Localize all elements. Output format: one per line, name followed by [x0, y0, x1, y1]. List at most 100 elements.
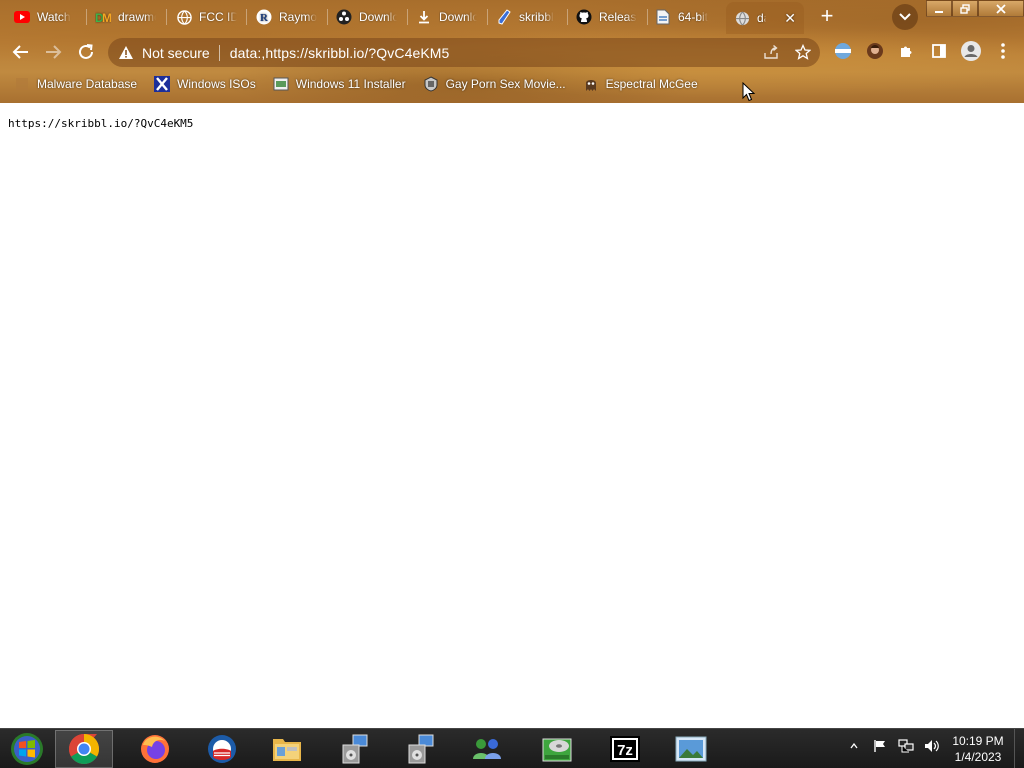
- taskbar-explorer[interactable]: [258, 730, 316, 768]
- tab-data-active[interactable]: dat ✕: [726, 2, 804, 34]
- show-hidden-icons-button[interactable]: [845, 737, 863, 755]
- mouse-cursor-icon: [742, 82, 756, 102]
- bookmark-label: Malware Database: [37, 77, 138, 91]
- tab-label: 64-bit: [678, 10, 709, 24]
- extension-avatar-icon[interactable]: [864, 40, 886, 62]
- firefox-icon: [141, 735, 169, 763]
- tab-drawmore[interactable]: DM drawmo: [95, 6, 156, 28]
- setup-icon: [342, 734, 368, 764]
- new-tab-button[interactable]: +: [815, 5, 839, 28]
- tab-raymond[interactable]: R Raymon: [256, 6, 317, 28]
- folder-icon: [273, 739, 301, 761]
- obs-icon: [336, 9, 352, 25]
- extensions-puzzle-button[interactable]: [896, 40, 918, 62]
- speaker-icon: [925, 740, 939, 752]
- start-orb-icon: [11, 733, 43, 765]
- show-desktop-button[interactable]: [1014, 729, 1024, 768]
- start-button[interactable]: [8, 731, 46, 767]
- bookmark-star-button[interactable]: [794, 43, 812, 61]
- profile-button[interactable]: [960, 40, 982, 62]
- tab-fcc-id[interactable]: FCC ID: [176, 6, 237, 28]
- chevron-up-icon: [850, 743, 858, 749]
- puzzle-icon: [901, 46, 912, 57]
- tab-separator: [487, 9, 488, 25]
- tab-github-release[interactable]: Release: [576, 6, 637, 28]
- bookmark-label: Windows ISOs: [177, 77, 256, 91]
- bookmark-windows-isos[interactable]: Windows ISOs: [154, 76, 256, 92]
- close-window-button[interactable]: [978, 0, 1024, 17]
- tab-label: FCC ID: [199, 10, 237, 24]
- youtube-icon: [14, 9, 30, 25]
- page-content: https://skribbl.io/?QvC4eKM5: [0, 103, 1024, 728]
- tab-skribbl[interactable]: skribbl: [496, 6, 554, 28]
- tab-separator: [647, 9, 648, 25]
- tab-label: dat: [757, 11, 766, 25]
- tab-download[interactable]: Downloa: [416, 6, 477, 28]
- globe-icon: [734, 10, 750, 26]
- taskbar-obama[interactable]: [193, 730, 251, 768]
- setup-icon: [408, 734, 434, 764]
- bookmark-label: Gay Porn Sex Movie...: [445, 77, 566, 91]
- tab-search-button[interactable]: [892, 4, 918, 30]
- browser-toolbar: Not secure data:,https://skribbl.io/?QvC…: [0, 35, 1024, 69]
- minimize-button[interactable]: [926, 0, 952, 17]
- forward-button[interactable]: [41, 40, 65, 64]
- tab-separator: [166, 9, 167, 25]
- bookmarks-bar: Malware Database Windows ISOs Windows 11…: [0, 72, 1024, 96]
- taskbar-photos[interactable]: [662, 730, 720, 768]
- chevron-down-icon: [899, 13, 911, 21]
- minimize-icon: [935, 10, 943, 13]
- tab-separator: [327, 9, 328, 25]
- obama-logo-icon: [208, 735, 236, 763]
- share-button[interactable]: [762, 43, 780, 61]
- download-icon: [416, 9, 432, 25]
- taskbar-7zip[interactable]: 7z: [596, 730, 654, 768]
- taskbar-disk[interactable]: [528, 730, 586, 768]
- page-body-text: https://skribbl.io/?QvC4eKM5: [8, 117, 194, 130]
- volume-button[interactable]: [923, 737, 941, 755]
- tab-strip: Watch DM drawmo FCC ID R Raymon: [0, 0, 1024, 34]
- clock-date: 1/4/2023: [954, 750, 1002, 764]
- taskbar-network[interactable]: [458, 730, 516, 768]
- taskbar-setup-1[interactable]: [326, 730, 384, 768]
- network-icon: [898, 739, 914, 753]
- r-logo-icon: R: [256, 9, 272, 25]
- action-center-button[interactable]: [871, 737, 889, 755]
- extension-flag-icon[interactable]: [832, 40, 854, 62]
- bookmark-label: Windows 11 Installer: [295, 77, 406, 91]
- tab-youtube[interactable]: Watch: [14, 6, 71, 28]
- reload-icon: [79, 44, 93, 59]
- taskbar-firefox[interactable]: [126, 730, 184, 768]
- side-panel-icon: [932, 44, 946, 58]
- side-panel-button[interactable]: [928, 40, 950, 62]
- back-button[interactable]: [9, 40, 33, 64]
- close-icon: [996, 3, 1006, 14]
- tab-close-button[interactable]: ✕: [784, 10, 796, 27]
- system-tray: [845, 737, 941, 755]
- arrow-right-icon: [46, 45, 62, 59]
- chrome-menu-button[interactable]: [992, 40, 1014, 62]
- tab-download-obs[interactable]: Downloa: [336, 6, 397, 28]
- more-vertical-icon: [1001, 43, 1005, 59]
- bookmark-site[interactable]: Gay Porn Sex Movie...: [423, 76, 566, 92]
- address-bar[interactable]: Not secure data:,https://skribbl.io/?QvC…: [108, 38, 820, 67]
- tab-label: skribbl: [519, 10, 554, 24]
- bookmark-windows-11-installer[interactable]: Windows 11 Installer: [273, 76, 406, 92]
- warning-icon[interactable]: [118, 45, 134, 61]
- tab-64-bit[interactable]: 64-bit: [655, 6, 708, 28]
- reload-button[interactable]: [74, 40, 98, 64]
- restore-button[interactable]: [952, 0, 978, 17]
- taskbar-setup-2[interactable]: [392, 730, 450, 768]
- network-tray-button[interactable]: [897, 737, 915, 755]
- bookmark-malware-database[interactable]: Malware Database: [14, 76, 137, 92]
- taskbar-chrome[interactable]: [55, 730, 113, 768]
- browser-frame: Watch DM drawmo FCC ID R Raymon: [0, 0, 1024, 103]
- tab-label: Release: [599, 10, 637, 24]
- x-icon: [154, 76, 171, 92]
- tab-separator: [407, 9, 408, 25]
- security-status[interactable]: Not secure: [142, 45, 210, 61]
- url-text[interactable]: data:,https://skribbl.io/?QvC4eKM5: [230, 45, 450, 61]
- tab-label: Watch: [37, 10, 71, 24]
- taskbar-clock[interactable]: 10:19 PM 1/4/2023: [946, 733, 1010, 765]
- bookmark-espectral-mcgee[interactable]: Espectral McGee: [583, 76, 698, 92]
